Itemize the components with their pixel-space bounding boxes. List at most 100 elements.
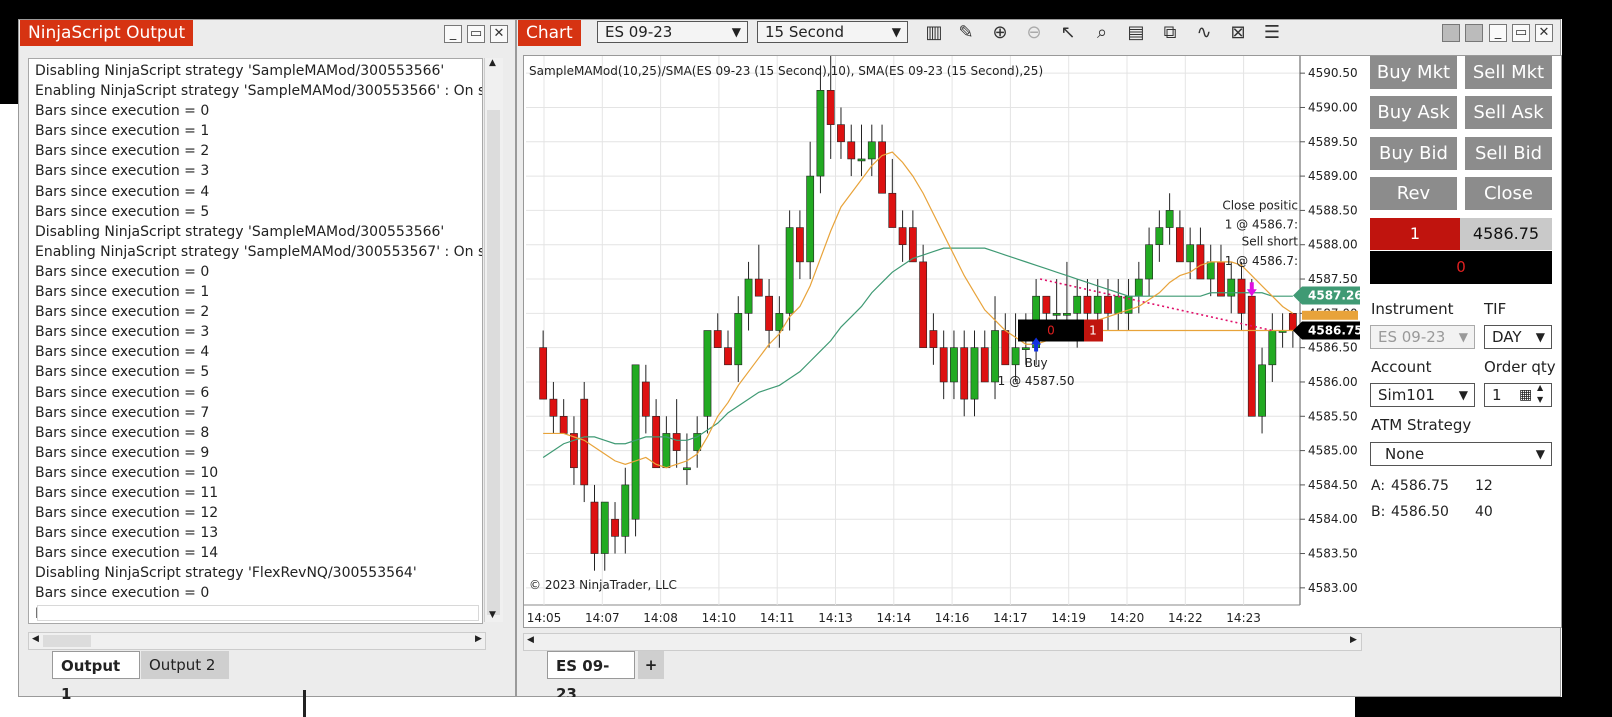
candle-body: [631, 364, 640, 520]
buy-bid-button[interactable]: Buy Bid: [1370, 137, 1457, 170]
tab-output-1[interactable]: Output 1: [52, 651, 140, 703]
account-select[interactable]: Sim101 ▼: [1370, 383, 1475, 407]
x-tick-label: 14:16: [935, 611, 970, 625]
pointer-icon[interactable]: ↖: [1057, 22, 1079, 43]
candle-body: [816, 90, 825, 177]
scroll-left-icon[interactable]: ◀: [527, 635, 534, 645]
close-icon[interactable]: ✕: [1535, 24, 1553, 42]
output-line: Bars since execution = 3: [35, 163, 210, 180]
scroll-right-icon[interactable]: ▶: [1350, 635, 1357, 645]
data-box-icon[interactable]: ⌕: [1091, 22, 1113, 43]
ask-label: A:: [1371, 478, 1386, 494]
x-tick-label: 14:05: [527, 611, 562, 625]
output-horizontal-scrollbar[interactable]: ◀ ▶: [28, 632, 486, 650]
minimize-icon[interactable]: _: [444, 25, 462, 43]
chevron-down-icon: ▼: [891, 25, 901, 39]
chevron-down-icon: ▼: [1458, 388, 1468, 402]
zoom-out-icon[interactable]: ⊖: [1023, 22, 1045, 43]
tab-es-09-23[interactable]: ES 09-23: [547, 651, 635, 703]
window-option-icon[interactable]: [1465, 24, 1483, 42]
candle-body: [703, 330, 712, 417]
scroll-thumb[interactable]: [487, 110, 500, 615]
y-tick-label: 4585.00: [1308, 444, 1358, 458]
candle-body: [1165, 210, 1174, 228]
pencil-icon[interactable]: ✎: [955, 22, 977, 43]
instrument-selector[interactable]: ES 09-23 ▼: [597, 21, 748, 43]
buy-ask-button[interactable]: Buy Ask: [1370, 96, 1457, 129]
scroll-thumb-h[interactable]: [43, 635, 91, 647]
scroll-right-icon[interactable]: ▶: [475, 634, 482, 644]
atm-strategy-select[interactable]: None ▼: [1370, 442, 1552, 466]
candle-body: [1206, 261, 1215, 280]
output-vertical-scrollbar[interactable]: ▲ ▼: [484, 58, 503, 622]
close-position-button[interactable]: Close: [1465, 177, 1552, 210]
output-line: Bars since execution = 8: [35, 424, 210, 441]
maximize-icon[interactable]: ▭: [1512, 24, 1530, 42]
output-lines: Disabling NinjaScript strategy 'SampleMA…: [35, 61, 482, 623]
output-input-line[interactable]: [37, 605, 479, 621]
scroll-up-icon[interactable]: ▲: [489, 58, 496, 68]
candle-body: [795, 227, 804, 263]
chart-horizontal-scrollbar[interactable]: ◀ ▶: [523, 633, 1362, 651]
stepper-arrows-icon[interactable]: ▲ ▼: [1537, 382, 1543, 406]
candle-body: [683, 467, 691, 471]
templates-icon[interactable]: ⊠: [1227, 22, 1249, 43]
maximize-icon[interactable]: ▭: [467, 25, 485, 43]
candle-body: [888, 192, 897, 228]
instrument-select[interactable]: ES 09-23 ▼: [1370, 325, 1475, 349]
position-qty: 1: [1370, 218, 1460, 250]
y-tick-label: 4584.00: [1308, 512, 1358, 526]
sell-ask-button[interactable]: Sell Ask: [1465, 96, 1552, 129]
order-qty-label: Order qty: [1484, 358, 1556, 376]
bar-type-icon[interactable]: ▥: [923, 22, 945, 43]
y-tick-label: 4585.50: [1308, 409, 1358, 423]
buy-market-button[interactable]: Buy Mkt: [1370, 56, 1457, 89]
y-tick-label: 4590.00: [1308, 100, 1358, 114]
y-tick-label: 4589.00: [1308, 169, 1358, 183]
add-tab-button[interactable]: +: [638, 651, 664, 679]
interval-selector[interactable]: 15 Second ▼: [757, 21, 908, 43]
order-qty-stepper[interactable]: 1 ▦ ▲ ▼: [1484, 383, 1552, 407]
output-line: Bars since execution = 10: [35, 464, 219, 481]
candle-body: [929, 330, 938, 348]
output-text-area[interactable]: Disabling NinjaScript strategy 'SampleMA…: [28, 58, 483, 624]
y-tick-label: 4588.50: [1308, 203, 1358, 217]
indicators-icon[interactable]: ⧉: [1159, 22, 1181, 43]
chevron-down-icon: ▼: [1535, 447, 1545, 461]
price-marker-label: 4587.26: [1308, 289, 1363, 303]
candle-body: [1196, 244, 1205, 280]
candle-body: [1247, 295, 1256, 417]
window-option-icon[interactable]: [1442, 24, 1460, 42]
sell-market-button[interactable]: Sell Mkt: [1465, 56, 1552, 89]
ask-price: 4586.75: [1391, 478, 1449, 494]
candle-body: [1021, 347, 1030, 350]
sell-bid-button[interactable]: Sell Bid: [1465, 137, 1552, 170]
order-qty-value: 1: [1492, 386, 1502, 404]
chart-trader-icon[interactable]: ▤: [1125, 22, 1147, 43]
output-line: Disabling NinjaScript strategy 'SampleMA…: [35, 63, 445, 79]
scroll-left-icon[interactable]: ◀: [32, 634, 39, 644]
strategies-icon[interactable]: ∿: [1193, 22, 1215, 43]
scroll-down-icon[interactable]: ▼: [489, 610, 496, 620]
y-tick-label: 4586.50: [1308, 341, 1358, 355]
candle-body: [1145, 244, 1153, 280]
properties-icon[interactable]: ☰: [1261, 22, 1283, 43]
y-tick-label: 4584.50: [1308, 478, 1358, 492]
chart-window-title: Chart: [518, 20, 581, 46]
output-line: Bars since execution = 12: [35, 505, 219, 522]
tif-select[interactable]: DAY ▼: [1484, 325, 1552, 349]
reverse-button[interactable]: Rev: [1370, 177, 1457, 210]
output-line: Bars since execution = 5: [35, 364, 210, 381]
candle-body: [878, 141, 886, 194]
close-icon[interactable]: ✕: [490, 25, 508, 43]
calculator-icon[interactable]: ▦: [1519, 384, 1532, 406]
output-line: Bars since execution = 1: [35, 123, 210, 140]
tab-output-2[interactable]: Output 2: [141, 651, 229, 679]
minimize-icon[interactable]: _: [1489, 24, 1507, 42]
candle-body: [847, 141, 856, 160]
candle-body: [765, 295, 773, 331]
candle-body: [1155, 227, 1164, 246]
candle-body: [754, 278, 763, 297]
zoom-in-icon[interactable]: ⊕: [989, 22, 1011, 43]
output-line: Bars since execution = 1: [35, 284, 210, 301]
